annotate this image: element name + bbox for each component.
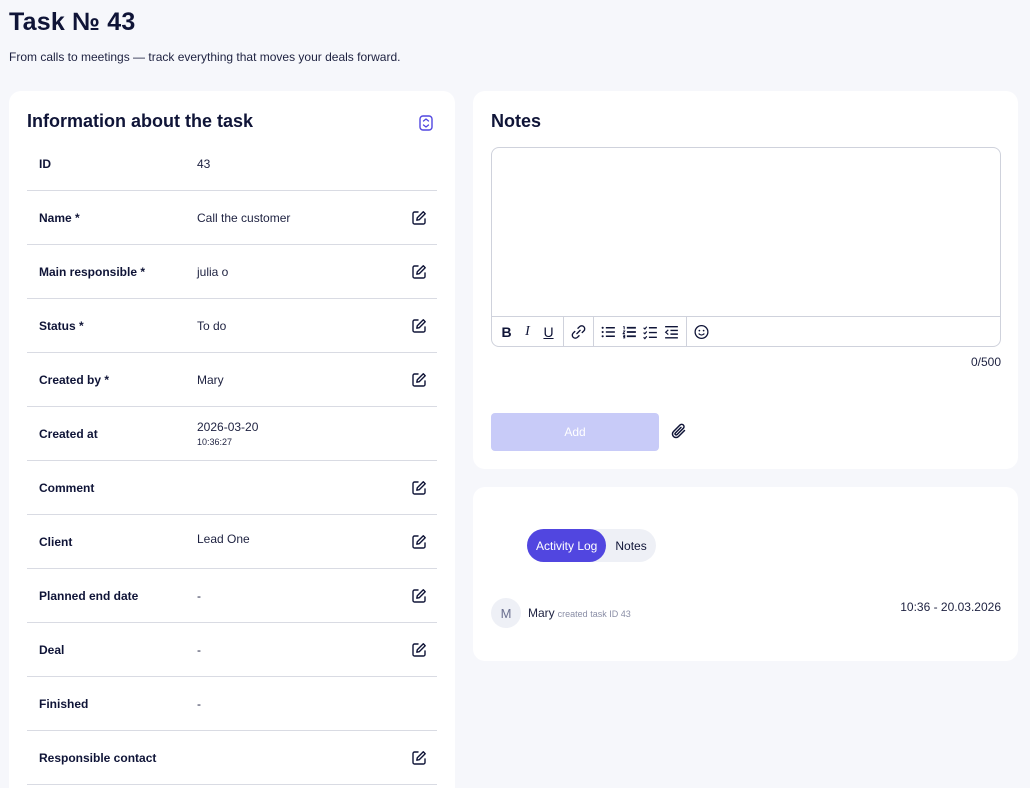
- page-subtitle: From calls to meetings — track everythin…: [9, 50, 401, 64]
- edit-icon[interactable]: [411, 210, 427, 226]
- row-value: Lead One: [197, 531, 250, 546]
- info-row-created-at: Created at 2026-03-20 10:36:27: [27, 407, 437, 461]
- row-value: Mary: [197, 372, 224, 387]
- info-row-comment: Comment: [27, 461, 437, 515]
- activity-log-entry: M Mary created task ID 43 10:36 - 20.03.2…: [491, 598, 1001, 629]
- log-user-name: Mary: [528, 606, 555, 620]
- activity-tabs: Activity Log Notes: [527, 529, 656, 562]
- row-label: Client: [39, 534, 73, 549]
- link-icon[interactable]: [570, 322, 587, 342]
- row-label: Finished: [39, 696, 89, 711]
- notes-text-area[interactable]: [492, 148, 1000, 316]
- info-row-id: ID 43: [27, 137, 437, 191]
- edit-icon[interactable]: [411, 372, 427, 388]
- collapse-icon[interactable]: [419, 115, 433, 131]
- row-label: Status *: [39, 318, 84, 333]
- checklist-icon[interactable]: [642, 322, 659, 342]
- row-label: Main responsible *: [39, 264, 146, 279]
- row-value: -: [197, 642, 201, 657]
- tab-notes[interactable]: Notes: [606, 529, 655, 562]
- row-label: Created at: [39, 426, 98, 441]
- row-value: -: [197, 696, 201, 711]
- info-row-status: Status * To do: [27, 299, 437, 353]
- created-at-date: 2026-03-20: [197, 420, 259, 434]
- notes-card: Notes B I U 0/500 Add: [473, 91, 1018, 469]
- activity-card: Activity Log Notes M Mary created task ID…: [473, 487, 1018, 661]
- edit-icon[interactable]: [411, 318, 427, 334]
- edit-icon[interactable]: [411, 588, 427, 604]
- row-value: julia o: [197, 264, 229, 279]
- row-value: 43: [197, 156, 211, 171]
- row-label: Created by *: [39, 372, 110, 387]
- underline-button[interactable]: U: [540, 322, 557, 342]
- edit-icon[interactable]: [411, 750, 427, 766]
- notes-card-title: Notes: [491, 111, 542, 131]
- editor-toolbar: B I U: [492, 316, 1000, 346]
- edit-icon[interactable]: [411, 480, 427, 496]
- row-value: -: [197, 588, 201, 603]
- italic-button[interactable]: I: [519, 322, 536, 342]
- info-rows: ID 43 Name * Call the customer Main resp…: [27, 137, 437, 785]
- indent-icon[interactable]: [663, 322, 680, 342]
- edit-icon[interactable]: [411, 534, 427, 550]
- info-card-title: Information about the task: [27, 111, 254, 131]
- numbered-list-icon[interactable]: [621, 322, 638, 342]
- info-row-name: Name * Call the customer: [27, 191, 437, 245]
- row-label: Responsible contact: [39, 750, 157, 765]
- log-timestamp: 10:36 - 20.03.2026: [900, 600, 1001, 614]
- row-value: Call the customer: [197, 210, 291, 225]
- info-row-planned-end-date: Planned end date -: [27, 569, 437, 623]
- task-info-card: Information about the task ID 43 Name * …: [9, 91, 455, 788]
- created-at-value: 2026-03-20 10:36:27: [197, 420, 258, 447]
- edit-icon[interactable]: [411, 264, 427, 280]
- bold-button[interactable]: B: [498, 322, 515, 342]
- avatar: M: [491, 598, 521, 628]
- row-label: Comment: [39, 480, 95, 495]
- created-at-time: 10:36:27: [197, 437, 233, 447]
- list-group: [594, 317, 687, 346]
- info-row-responsible-contact: Responsible contact: [27, 731, 437, 785]
- row-value: To do: [197, 318, 227, 333]
- log-entry-text: Mary created task ID 43: [528, 606, 631, 620]
- info-row-client: Client Lead One: [27, 515, 437, 569]
- emoji-icon[interactable]: [693, 322, 710, 342]
- row-label: Name *: [39, 210, 80, 225]
- edit-icon[interactable]: [411, 642, 427, 658]
- paperclip-icon[interactable]: [670, 421, 688, 441]
- text-format-group: B I U: [492, 317, 564, 346]
- emoji-group: [687, 317, 716, 346]
- page-title: Task № 43: [9, 8, 136, 36]
- row-label: Planned end date: [39, 588, 139, 603]
- character-counter: 0/500: [970, 355, 1001, 369]
- log-action: created task ID 43: [557, 609, 631, 619]
- link-group: [564, 317, 594, 346]
- info-row-created-by: Created by * Mary: [27, 353, 437, 407]
- row-label: Deal: [39, 642, 65, 657]
- bullet-list-icon[interactable]: [600, 322, 617, 342]
- notes-editor: B I U: [491, 147, 1001, 347]
- info-row-main-responsible: Main responsible * julia o: [27, 245, 437, 299]
- row-label: ID: [39, 156, 51, 171]
- info-row-finished: Finished -: [27, 677, 437, 731]
- add-note-button[interactable]: Add: [491, 413, 659, 451]
- info-row-deal: Deal -: [27, 623, 437, 677]
- tab-activity-log[interactable]: Activity Log: [527, 529, 607, 562]
